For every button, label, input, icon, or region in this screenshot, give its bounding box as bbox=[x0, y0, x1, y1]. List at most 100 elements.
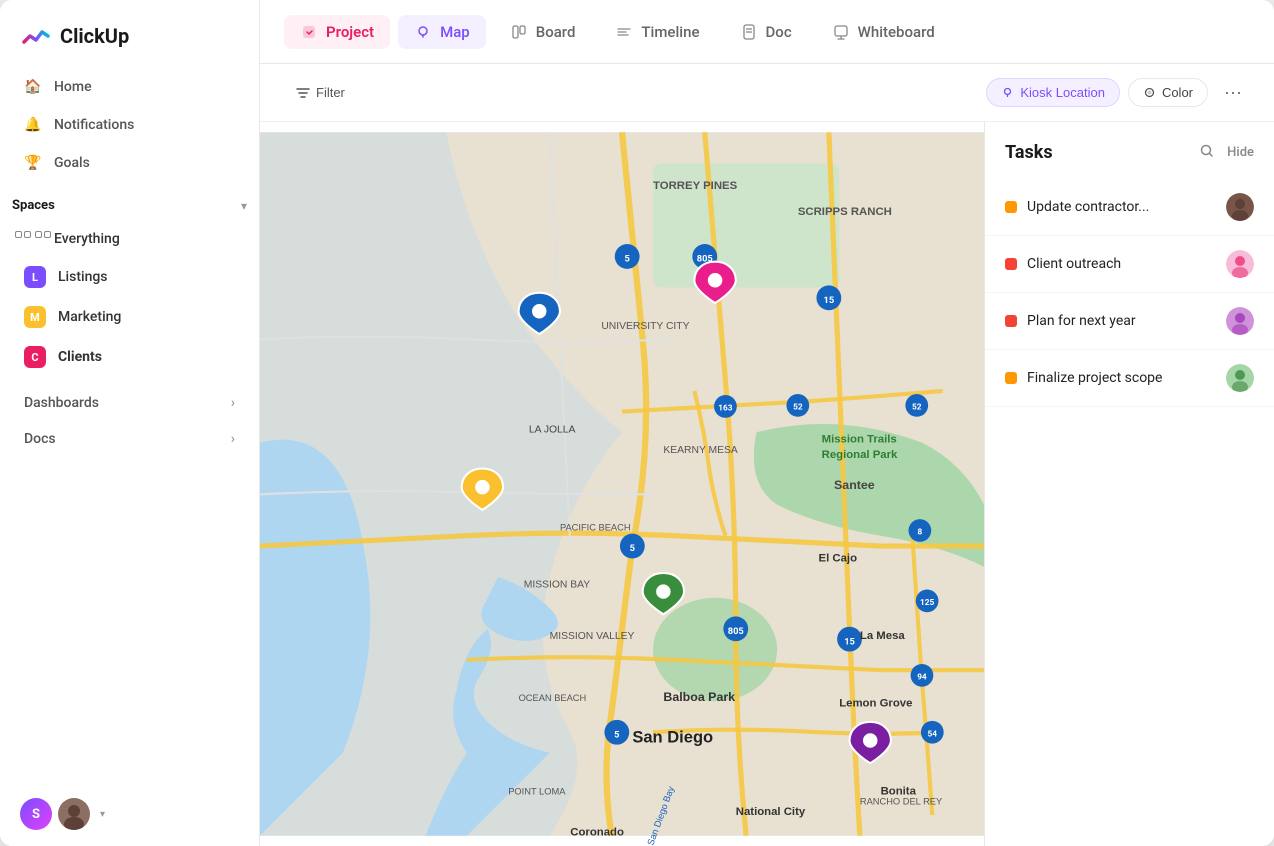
docs-label: Docs bbox=[24, 431, 56, 447]
kiosk-location-button[interactable]: Kiosk Location bbox=[986, 78, 1120, 107]
bottom-sections: Dashboards › Docs › bbox=[0, 377, 259, 465]
map-container[interactable]: 805 805 15 15 5 5 5 163 bbox=[260, 122, 984, 846]
svg-text:163: 163 bbox=[718, 404, 732, 414]
svg-text:52: 52 bbox=[793, 403, 803, 413]
svg-text:PACIFIC BEACH: PACIFIC BEACH bbox=[560, 523, 631, 533]
sidebar-item-listings[interactable]: L Listings bbox=[12, 257, 247, 297]
task-avatar-4 bbox=[1226, 364, 1254, 392]
filter-bar: Filter Kiosk Location Color bbox=[260, 64, 1274, 122]
clients-badge: C bbox=[24, 346, 46, 368]
main-content: Project Map Board bbox=[260, 0, 1274, 846]
task-avatar-1 bbox=[1226, 193, 1254, 221]
tab-map[interactable]: Map bbox=[398, 15, 486, 49]
board-icon bbox=[510, 23, 528, 41]
task-item-3[interactable]: Plan for next year bbox=[985, 293, 1274, 350]
map-svg: 805 805 15 15 5 5 5 163 bbox=[260, 122, 984, 846]
task-name-2: Client outreach bbox=[1027, 256, 1216, 272]
svg-text:5: 5 bbox=[624, 254, 629, 265]
task-item-4[interactable]: Finalize project scope bbox=[985, 350, 1274, 407]
logo: ClickUp bbox=[0, 0, 259, 68]
svg-text:805: 805 bbox=[728, 626, 744, 637]
sidebar-item-notifications[interactable]: 🔔 Notifications bbox=[12, 106, 247, 144]
tab-project[interactable]: Project bbox=[284, 15, 390, 49]
content-area: 805 805 15 15 5 5 5 163 bbox=[260, 122, 1274, 846]
tabs-bar: Project Map Board bbox=[260, 0, 1274, 64]
tasks-hide-button[interactable]: Hide bbox=[1227, 145, 1254, 160]
listings-badge: L bbox=[24, 266, 46, 288]
doc-icon bbox=[740, 23, 758, 41]
svg-text:54: 54 bbox=[928, 729, 938, 739]
tasks-header: Tasks Hide bbox=[985, 142, 1274, 179]
filter-icon bbox=[296, 86, 310, 100]
task-status-1 bbox=[1005, 201, 1017, 213]
marketing-badge: M bbox=[24, 306, 46, 328]
svg-text:OCEAN BEACH: OCEAN BEACH bbox=[519, 693, 587, 703]
sidebar-footer[interactable]: S ▾ bbox=[0, 782, 259, 846]
task-status-2 bbox=[1005, 258, 1017, 270]
sidebar-item-clients[interactable]: C Clients bbox=[12, 337, 247, 377]
listings-label: Listings bbox=[58, 269, 108, 285]
filter-button[interactable]: Filter bbox=[284, 79, 357, 106]
task-name-4: Finalize project scope bbox=[1027, 370, 1216, 386]
spaces-section-header: Spaces ▾ bbox=[0, 182, 259, 221]
tasks-actions: Hide bbox=[1199, 143, 1254, 163]
sidebar-item-notifications-label: Notifications bbox=[54, 117, 134, 133]
svg-text:Regional Park: Regional Park bbox=[822, 449, 898, 461]
docs-chevron-icon: › bbox=[231, 431, 235, 447]
tab-map-label: Map bbox=[440, 23, 470, 41]
svg-text:LA JOLLA: LA JOLLA bbox=[529, 424, 576, 435]
task-item-1[interactable]: Update contractor... bbox=[985, 179, 1274, 236]
sidebar-item-home[interactable]: 🏠 Home bbox=[12, 68, 247, 106]
sidebar-item-home-label: Home bbox=[54, 79, 92, 95]
task-item-2[interactable]: Client outreach bbox=[985, 236, 1274, 293]
app-name: ClickUp bbox=[60, 24, 129, 48]
dashboards-label: Dashboards bbox=[24, 395, 99, 411]
svg-text:Lemon Grove: Lemon Grove bbox=[839, 697, 912, 709]
tab-timeline[interactable]: Timeline bbox=[599, 15, 715, 49]
svg-text:KEARNY MESA: KEARNY MESA bbox=[663, 445, 738, 456]
clients-label: Clients bbox=[58, 349, 102, 365]
svg-text:National City: National City bbox=[736, 806, 806, 818]
task-status-4 bbox=[1005, 372, 1017, 384]
svg-text:Bonita: Bonita bbox=[881, 785, 917, 797]
filter-left: Filter bbox=[284, 79, 357, 106]
sidebar-item-dashboards[interactable]: Dashboards › bbox=[12, 385, 247, 421]
tab-doc[interactable]: Doc bbox=[724, 15, 808, 49]
tab-board[interactable]: Board bbox=[494, 15, 592, 49]
tab-doc-label: Doc bbox=[766, 23, 792, 41]
svg-text:5: 5 bbox=[614, 729, 619, 740]
more-options-button[interactable]: ··· bbox=[1216, 76, 1250, 109]
color-label: Color bbox=[1162, 85, 1193, 100]
svg-text:San Diego: San Diego bbox=[632, 728, 713, 747]
footer-chevron-icon: ▾ bbox=[100, 809, 105, 820]
user-avatar-photo bbox=[58, 798, 90, 830]
sidebar-item-marketing[interactable]: M Marketing bbox=[12, 297, 247, 337]
more-dots-icon: ··· bbox=[1224, 82, 1242, 102]
color-button[interactable]: Color bbox=[1128, 78, 1208, 107]
everything-icon bbox=[24, 230, 42, 248]
sidebar-item-goals[interactable]: 🏆 Goals bbox=[12, 144, 247, 182]
tab-timeline-label: Timeline bbox=[641, 23, 699, 41]
user-avatar-gradient: S bbox=[20, 798, 52, 830]
spaces-chevron-icon[interactable]: ▾ bbox=[241, 199, 247, 213]
sidebar-item-docs[interactable]: Docs › bbox=[12, 421, 247, 457]
svg-text:SCRIPPS RANCH: SCRIPPS RANCH bbox=[798, 206, 892, 218]
tab-project-label: Project bbox=[326, 23, 374, 41]
task-name-1: Update contractor... bbox=[1027, 199, 1216, 215]
svg-text:TORREY PINES: TORREY PINES bbox=[653, 180, 738, 192]
svg-text:8: 8 bbox=[917, 528, 922, 538]
project-icon bbox=[300, 23, 318, 41]
timeline-icon bbox=[615, 23, 633, 41]
svg-text:El Cajo: El Cajo bbox=[819, 553, 858, 565]
clickup-logo-icon bbox=[20, 20, 52, 52]
whiteboard-icon bbox=[832, 23, 850, 41]
svg-text:94: 94 bbox=[917, 672, 927, 682]
tasks-panel: Tasks Hide Update contracto bbox=[984, 122, 1274, 846]
dashboards-chevron-icon: › bbox=[231, 395, 235, 411]
sidebar-item-everything[interactable]: Everything bbox=[12, 221, 247, 257]
task-status-3 bbox=[1005, 315, 1017, 327]
svg-text:La Mesa: La Mesa bbox=[860, 630, 906, 642]
tasks-search-icon[interactable] bbox=[1199, 143, 1215, 163]
tab-whiteboard[interactable]: Whiteboard bbox=[816, 15, 951, 49]
everything-label: Everything bbox=[54, 231, 120, 247]
